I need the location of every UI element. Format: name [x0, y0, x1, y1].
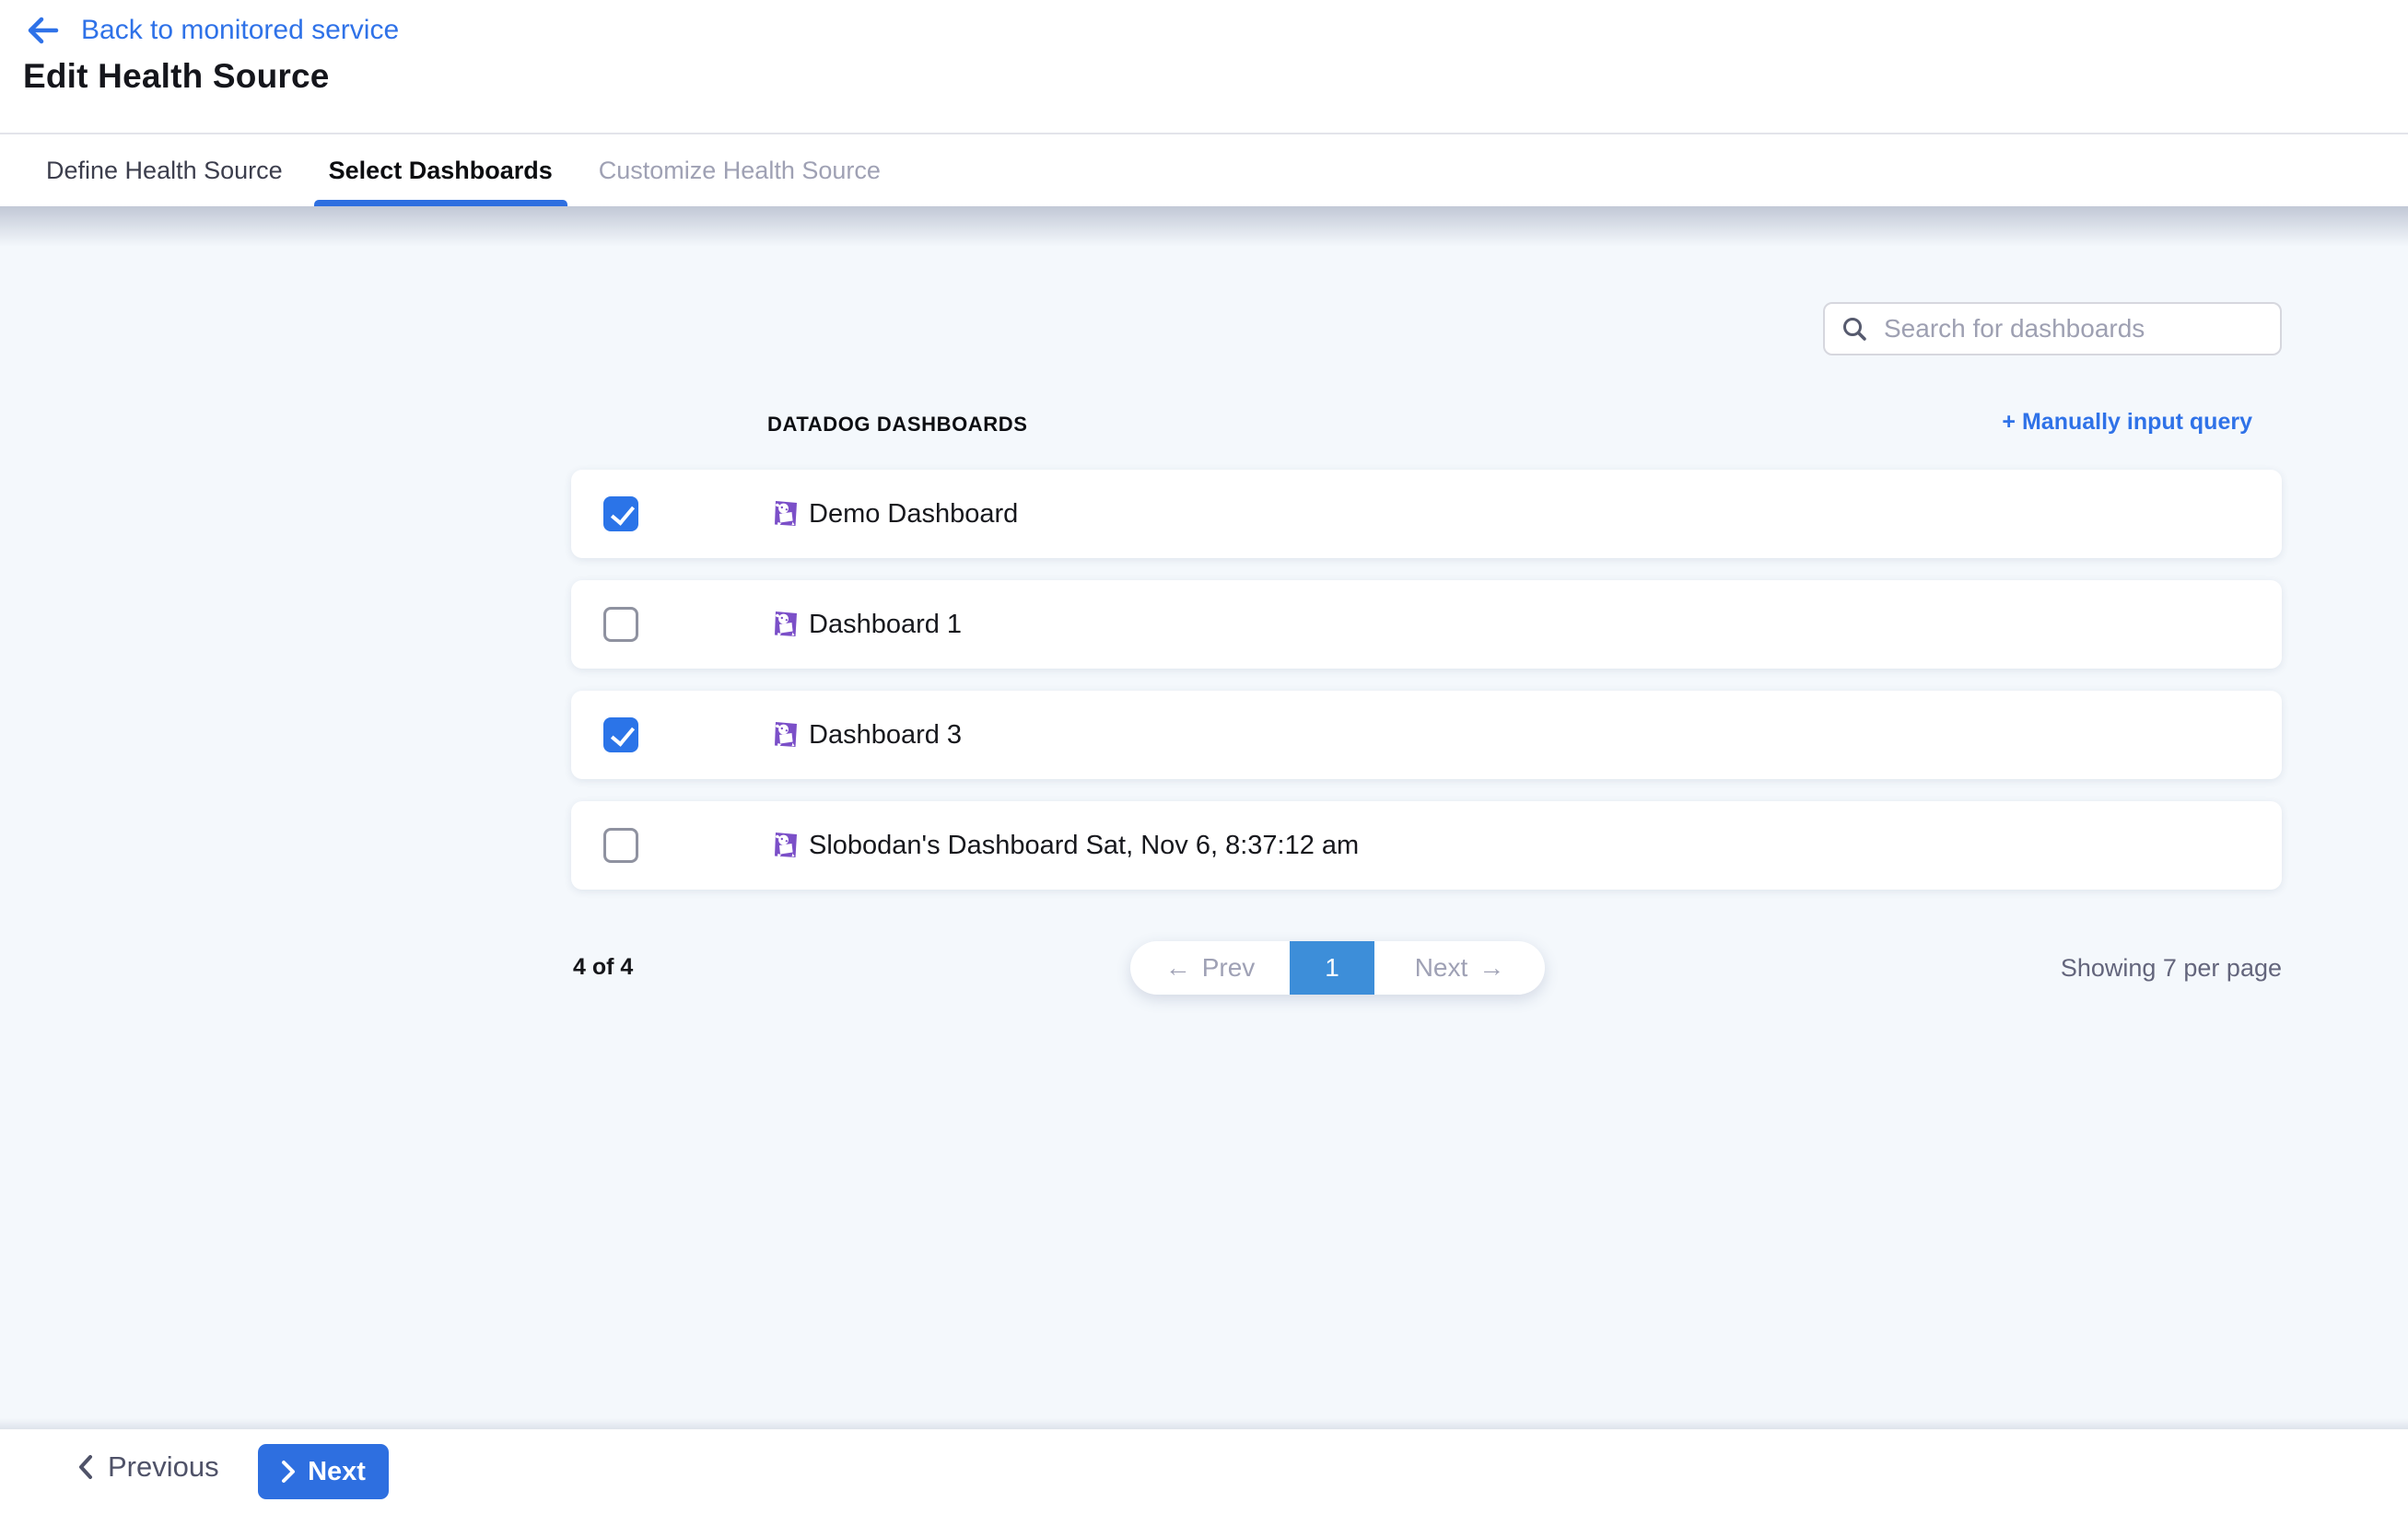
footer-bar: Previous Next: [0, 1429, 2408, 1514]
dashboard-row: Dashboard 1: [571, 580, 2282, 669]
datadog-icon: [772, 831, 800, 860]
previous-button-label: Previous: [108, 1450, 219, 1484]
edit-health-source-page: Back to monitored service Edit Health So…: [0, 0, 2408, 1514]
pagination: ← Prev 1 Next →: [1130, 941, 1545, 995]
dashboard-name: Slobodan's Dashboard Sat, Nov 6, 8:37:12…: [809, 831, 1359, 861]
datadog-icon: [772, 499, 800, 529]
table-header: DATADOG DASHBOARDS: [767, 413, 1028, 437]
next-page-label: Next: [1415, 953, 1468, 983]
prev-page-label: Prev: [1202, 953, 1256, 983]
tab-define-health-source[interactable]: Define Health Source: [31, 134, 298, 206]
dashboard-checkbox[interactable]: [603, 828, 638, 863]
current-page-button[interactable]: 1: [1290, 941, 1374, 995]
dashboard-row: Dashboard 3: [571, 691, 2282, 779]
dashboard-checkbox[interactable]: [603, 496, 638, 531]
next-button[interactable]: Next: [258, 1444, 389, 1499]
tab-select-dashboards[interactable]: Select Dashboards: [314, 134, 567, 206]
dashboard-row: Demo Dashboard: [571, 470, 2282, 558]
tab-customize-health-source[interactable]: Customize Health Source: [584, 134, 895, 206]
chevron-right-icon: [281, 1460, 296, 1484]
result-count: 4 of 4: [573, 954, 633, 981]
dashboard-name: Demo Dashboard: [809, 499, 1018, 530]
chevron-left-icon: [77, 1454, 94, 1480]
arrow-left-icon: ←: [1165, 953, 1191, 983]
dashboard-name: Dashboard 3: [809, 720, 962, 751]
per-page-label: Showing 7 per page: [2061, 954, 2282, 983]
page-header: Back to monitored service Edit Health So…: [0, 0, 2408, 133]
next-page-button[interactable]: Next →: [1374, 941, 1545, 995]
next-button-label: Next: [308, 1457, 366, 1487]
dashboard-checkbox[interactable]: [603, 607, 638, 642]
previous-button[interactable]: Previous: [72, 1450, 225, 1485]
page-title: Edit Health Source: [23, 57, 330, 96]
dashboard-checkbox[interactable]: [603, 717, 638, 752]
dashboard-label: Slobodan's Dashboard Sat, Nov 6, 8:37:12…: [772, 831, 1359, 861]
dashboard-label: Dashboard 3: [772, 720, 962, 751]
tab-bar: Define Health Source Select Dashboards C…: [0, 133, 2408, 206]
search-input[interactable]: [1882, 313, 2263, 344]
arrow-left-icon: [26, 16, 59, 45]
back-to-monitored-service-link[interactable]: Back to monitored service: [26, 15, 399, 46]
datadog-icon: [772, 610, 800, 639]
manually-input-query-link[interactable]: + Manually input query: [2002, 409, 2252, 436]
search-icon: [1841, 316, 1867, 342]
search-input-wrapper: [1823, 302, 2282, 355]
content-area: DATADOG DASHBOARDS + Manually input quer…: [0, 206, 2408, 1429]
prev-page-button[interactable]: ← Prev: [1130, 941, 1290, 995]
list-header-row: DATADOG DASHBOARDS + Manually input quer…: [571, 403, 2282, 453]
datadog-icon: [772, 720, 800, 750]
back-link-label: Back to monitored service: [81, 15, 399, 46]
dashboard-list: Demo Dashboard: [571, 470, 2282, 912]
dashboard-name: Dashboard 1: [809, 610, 962, 640]
dashboard-label: Demo Dashboard: [772, 499, 1018, 530]
dashboard-label: Dashboard 1: [772, 610, 962, 640]
arrow-right-icon: →: [1479, 953, 1504, 983]
dashboard-row: Slobodan's Dashboard Sat, Nov 6, 8:37:12…: [571, 801, 2282, 890]
